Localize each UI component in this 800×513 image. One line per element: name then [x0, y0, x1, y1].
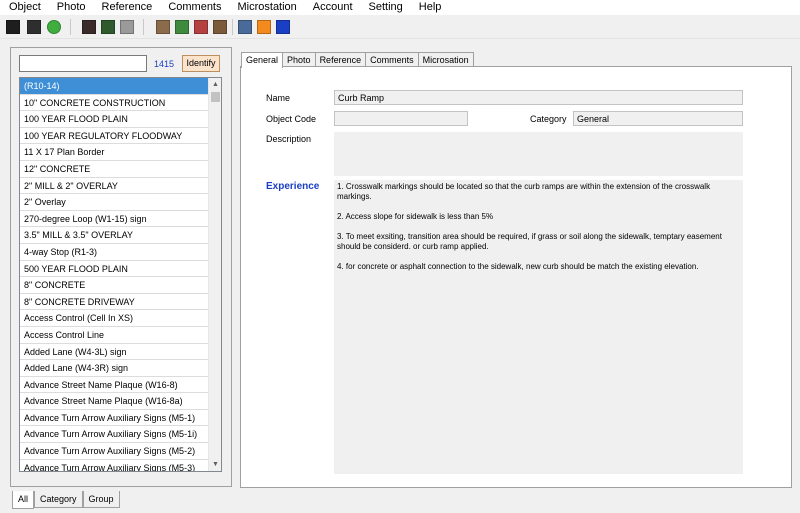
menu-account[interactable]: Account — [304, 0, 360, 15]
menu-microstation[interactable]: Microstation — [229, 0, 304, 15]
scroll-thumb[interactable] — [211, 92, 220, 102]
experience-note: 3. To meet exsiting, transition area sho… — [337, 232, 722, 251]
name-field[interactable]: Curb Ramp — [334, 90, 743, 105]
list-item[interactable]: 4-way Stop (R1-3) — [20, 244, 217, 261]
plant-icon[interactable] — [175, 20, 189, 34]
landscape-image-icon[interactable] — [238, 20, 252, 34]
list-item[interactable]: 3.5" MILL & 3.5" OVERLAY — [20, 227, 217, 244]
toolbar-separator — [70, 19, 71, 35]
arrow-right-icon[interactable] — [276, 20, 290, 34]
detail-tabs: General Photo Reference Comments Microsa… — [241, 52, 474, 68]
description-field[interactable] — [334, 132, 743, 176]
category-label: Category — [530, 114, 567, 124]
list-item[interactable]: 2" MILL & 2" OVERLAY — [20, 178, 217, 195]
scroll-up-icon[interactable]: ▲ — [209, 78, 221, 91]
tab-general[interactable]: General — [241, 52, 284, 68]
list-item[interactable]: 270-degree Loop (W1-15) sign — [20, 211, 217, 228]
list-item[interactable]: 100 YEAR REGULATORY FLOODWAY — [20, 128, 217, 145]
list-filter-tabs: All Category Group — [12, 491, 120, 509]
list-item[interactable]: Access Control Line — [20, 327, 217, 344]
menu-photo[interactable]: Photo — [48, 0, 93, 15]
category-field[interactable]: General — [573, 111, 743, 126]
marker-icon[interactable] — [194, 20, 208, 34]
list-item[interactable]: Advance Street Name Plaque (W16-8a) — [20, 393, 217, 410]
dark-panel-icon[interactable] — [27, 20, 41, 34]
list-item[interactable]: Advance Turn Arrow Auxiliary Signs (M5-2… — [20, 443, 217, 460]
list-item[interactable]: Access Control (Cell In XS) — [20, 310, 217, 327]
object-list[interactable]: (R10-14) 10" CONCRETE CONSTRUCTION 100 YEA… — [19, 77, 222, 472]
object-list-items: (R10-14) 10" CONCRETE CONSTRUCTION 100 YEA… — [20, 78, 217, 471]
tab-comments[interactable]: Comments — [365, 52, 419, 67]
pen-icon[interactable] — [213, 20, 227, 34]
result-count: 1415 — [154, 59, 175, 69]
list-item[interactable]: 11 X 17 Plan Border — [20, 144, 217, 161]
menu-setting[interactable]: Setting — [360, 0, 410, 15]
menu-object[interactable]: Object — [0, 0, 48, 15]
tool-icon[interactable] — [156, 20, 170, 34]
object-code-label: Object Code — [266, 114, 317, 124]
tab-microsation[interactable]: Microsation — [417, 52, 474, 67]
tab-category[interactable]: Category — [34, 491, 83, 508]
list-item[interactable]: (R10-14) — [20, 78, 217, 95]
description-label: Description — [266, 134, 312, 144]
list-item[interactable]: Added Lane (W4-3R) sign — [20, 360, 217, 377]
camera-icon[interactable] — [82, 20, 96, 34]
tab-group[interactable]: Group — [82, 491, 120, 508]
menu-help[interactable]: Help — [410, 0, 449, 15]
menu-bar: Object Photo Reference Comments Microsta… — [0, 0, 800, 15]
list-item[interactable]: 100 YEAR FLOOD PLAIN — [20, 111, 217, 128]
capture-icon[interactable] — [120, 20, 134, 34]
list-item[interactable]: Advance Turn Arrow Auxiliary Signs (M5-1… — [20, 410, 217, 427]
list-item[interactable]: 500 YEAR FLOOD PLAIN — [20, 261, 217, 278]
list-item[interactable]: 10" CONCRETE CONSTRUCTION — [20, 95, 217, 112]
menu-comments[interactable]: Comments — [159, 0, 228, 15]
photo-thumbnail-icon[interactable] — [101, 20, 115, 34]
list-item[interactable]: Added Lane (W4-3L) sign — [20, 344, 217, 361]
list-item[interactable]: 2" Overlay — [20, 194, 217, 211]
experience-label: Experience — [266, 181, 320, 192]
menu-reference[interactable]: Reference — [93, 0, 160, 15]
list-scrollbar[interactable]: ▲ ▼ — [208, 78, 221, 471]
list-item[interactable]: Advance Street Name Plaque (W16-8) — [20, 377, 217, 394]
tab-all[interactable]: All — [12, 491, 35, 509]
dark-box-icon[interactable] — [6, 20, 20, 34]
tab-reference[interactable]: Reference — [314, 52, 367, 67]
experience-note: 4. for concrete or asphalt connection to… — [337, 262, 699, 271]
green-circle-icon[interactable] — [47, 20, 61, 34]
toolbar-separator — [232, 19, 233, 35]
toolbar — [0, 15, 800, 39]
list-item[interactable]: Advance Turn Arrow Auxiliary Signs (M5-3… — [20, 460, 217, 471]
list-item[interactable]: 12" CONCRETE — [20, 161, 217, 178]
list-item[interactable]: Advance Turn Arrow Auxiliary Signs (M5-1… — [20, 426, 217, 444]
tab-photo[interactable]: Photo — [282, 52, 316, 67]
experience-field[interactable]: 1. Crosswalk markings should be located … — [334, 180, 743, 474]
list-item[interactable]: 8" CONCRETE — [20, 277, 217, 294]
object-code-field[interactable] — [334, 111, 468, 126]
experience-note: 2. Access slope for sidewalk is less tha… — [337, 212, 494, 221]
rss-icon[interactable] — [257, 20, 271, 34]
name-label: Name — [266, 93, 291, 103]
scroll-down-icon[interactable]: ▼ — [209, 458, 221, 471]
identify-button[interactable]: Identify — [182, 55, 220, 72]
search-input[interactable] — [19, 55, 147, 72]
experience-note: 1. Crosswalk markings should be located … — [337, 182, 711, 201]
list-item[interactable]: 8" CONCRETE DRIVEWAY — [20, 294, 217, 311]
toolbar-separator — [143, 19, 144, 35]
